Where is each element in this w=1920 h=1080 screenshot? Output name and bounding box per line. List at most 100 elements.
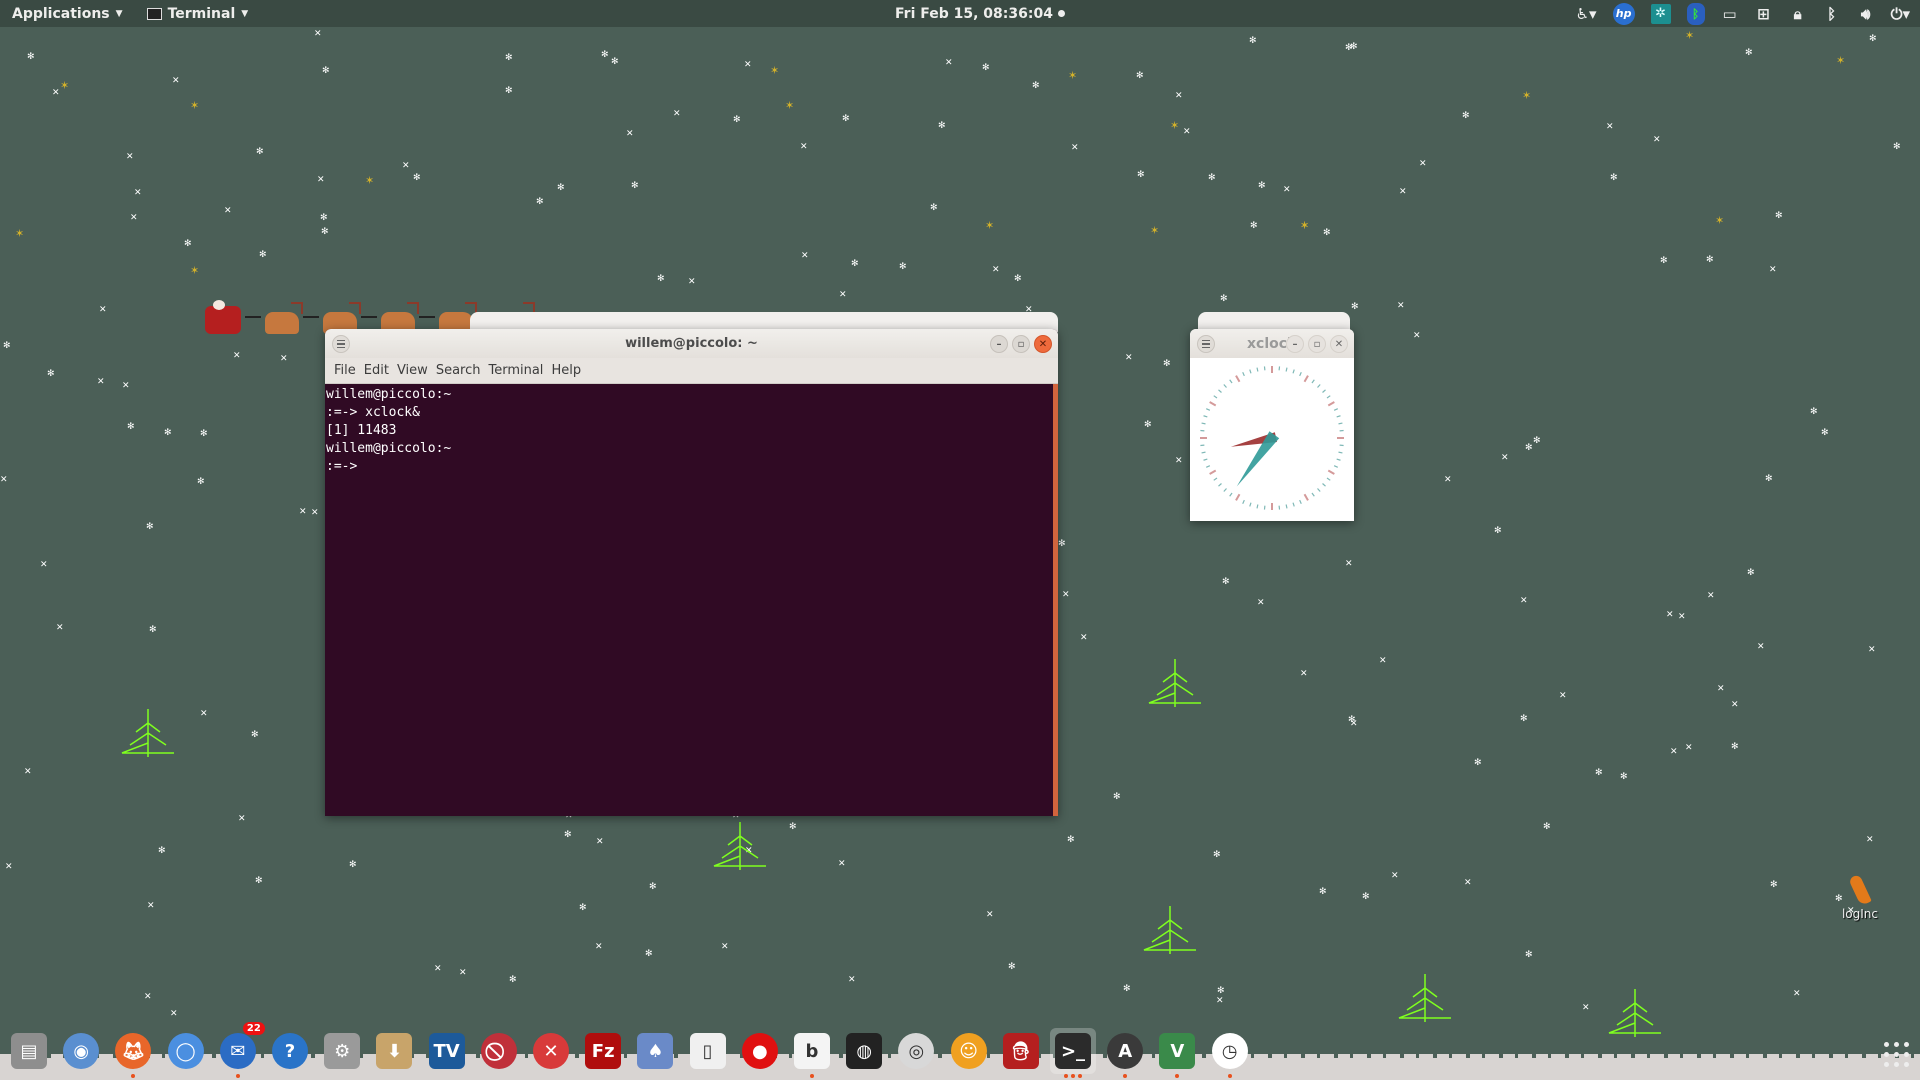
dock-item-package-installer[interactable]: ⬇ — [371, 1028, 417, 1074]
terminal-output[interactable]: willem@piccolo:~:=-> xclock& [1] 11483 wil… — [325, 384, 1053, 816]
dock-item-record[interactable]: ● — [737, 1028, 783, 1074]
snowflake-icon: ✻ — [1351, 302, 1359, 312]
dock-item-clock[interactable]: ◷ — [1207, 1028, 1253, 1078]
accessibility-icon[interactable]: ♿︎▾ — [1576, 3, 1597, 25]
dock-item-block[interactable]: ⃠ — [476, 1028, 522, 1074]
dock-item-bluefish[interactable]: b — [789, 1028, 835, 1078]
loginc-icon — [1848, 873, 1872, 907]
snowflake-icon: ✕ — [721, 942, 729, 952]
xclock-window[interactable]: xclock – ▫ ✕ — [1190, 329, 1354, 521]
star-icon: ✶ — [1300, 219, 1310, 232]
dock-item-file-cabinet[interactable]: ▤ — [6, 1028, 52, 1074]
star-icon: ✶ — [770, 64, 780, 77]
menu-view[interactable]: View — [393, 363, 432, 378]
dock-item-mythtv[interactable]: TV — [424, 1028, 470, 1074]
dock-item-solitaire[interactable]: ♠ — [632, 1028, 678, 1074]
applications-menu[interactable]: Applications ▼ — [0, 0, 135, 27]
snowflake-icon: ✕ — [801, 251, 809, 261]
terminal-line: willem@piccolo:~ — [326, 441, 452, 456]
menu-edit[interactable]: Edit — [360, 363, 393, 378]
snowflake-icon: ✻ — [899, 262, 907, 272]
datetime-indicator[interactable]: Fri Feb 15, 08:36:04 — [895, 0, 1065, 27]
star-icon: ✶ — [785, 99, 795, 112]
dock-item-xkill[interactable]: ✕ — [528, 1028, 574, 1074]
snowflake-icon: ✻ — [564, 830, 572, 840]
dock-item-disc[interactable]: ◎ — [893, 1028, 939, 1074]
dock-item-filezilla[interactable]: Fz — [580, 1028, 626, 1074]
snowflake-icon: ✻ — [149, 625, 157, 635]
desktop-icon-loginc[interactable]: logInc — [1820, 873, 1900, 921]
snowflake-icon: ✕ — [992, 265, 1000, 275]
dock-item-web-browser-globe[interactable]: ◉ — [58, 1028, 104, 1074]
maximize-button[interactable]: ▫ — [1012, 335, 1030, 353]
snowflake-icon: ✕ — [40, 560, 48, 570]
power-icon[interactable]: ⏻▾ — [1891, 3, 1910, 25]
sd-card-icon[interactable]: ▭ — [1721, 3, 1739, 25]
snowflake-icon: ✻ — [1893, 142, 1901, 152]
minimize-button[interactable]: – — [1286, 335, 1304, 353]
network-icon[interactable]: ⊞ — [1755, 3, 1773, 25]
minimize-button[interactable]: – — [990, 335, 1008, 353]
snowflake-icon: ✻ — [509, 975, 517, 985]
dock-item-system-tools[interactable]: ⚙ — [319, 1028, 365, 1074]
snowflake-icon: ✕ — [1391, 871, 1399, 881]
dock-item-terminal[interactable]: >_ — [1050, 1028, 1096, 1078]
close-button[interactable]: ✕ — [1330, 335, 1348, 353]
snowflake-icon: ✕ — [97, 377, 105, 387]
grid-dot-icon — [1904, 1042, 1909, 1047]
snowflake-icon: ✕ — [459, 968, 467, 978]
xclock-titlebar[interactable]: xclock – ▫ ✕ — [1190, 329, 1354, 358]
dock-item-safe[interactable]: ◍ — [841, 1028, 887, 1074]
menu-help[interactable]: Help — [547, 363, 585, 378]
dock-item-emoticon[interactable]: ☺ — [946, 1028, 992, 1074]
window-menu-icon[interactable] — [1197, 335, 1215, 353]
minute-tick — [1322, 483, 1326, 487]
bluetooth-app-icon[interactable]: ᛒ — [1686, 2, 1705, 25]
snowflake-icon: ✻ — [164, 428, 172, 438]
running-dot — [131, 1074, 136, 1078]
terminal-prompt: :=-> — [326, 459, 358, 474]
window-menu-icon[interactable] — [332, 335, 350, 353]
maximize-button[interactable]: ▫ — [1308, 335, 1326, 353]
snowflake-icon: ✕ — [1080, 633, 1088, 643]
terminal-window[interactable]: willem@piccolo: ~ – ▫ ✕ File Edit View S… — [325, 329, 1058, 816]
grid-dot-icon — [1884, 1042, 1889, 1047]
terminal-line: [1] 11483 — [326, 423, 397, 438]
dock-item-document[interactable]: ▯ — [685, 1028, 731, 1074]
block-icon: ⃠ — [480, 1033, 517, 1069]
rein — [303, 316, 319, 318]
show-applications-button[interactable] — [1884, 1042, 1910, 1068]
menu-search[interactable]: Search — [432, 363, 485, 378]
dock-item-vim[interactable]: V — [1154, 1028, 1200, 1078]
dock-item-chromium[interactable]: ◯ — [163, 1028, 209, 1074]
dock-item-help[interactable]: ? — [267, 1028, 313, 1074]
dock-item-thunderbird[interactable]: ✉ 22 — [215, 1022, 265, 1078]
snowflake-icon: ✻ — [1660, 256, 1668, 266]
hour-tick — [1303, 375, 1309, 383]
dock-item-santa[interactable]: 🎅︎ — [998, 1028, 1044, 1074]
hp-icon[interactable]: hp — [1612, 2, 1635, 25]
lock-icon[interactable]: 🔒︎ — [1789, 3, 1807, 25]
running-indicator — [789, 1074, 835, 1078]
snowflake-icon: ✕ — [1757, 642, 1765, 652]
snowflake-icon: ✕ — [1559, 691, 1567, 701]
minute-tick — [1317, 488, 1321, 492]
bluetooth-icon[interactable]: ᛒ — [1823, 3, 1841, 25]
volume-icon[interactable]: 🔊︎ — [1857, 3, 1875, 25]
teamviewer-icon[interactable]: ✲ — [1650, 3, 1671, 24]
menu-file[interactable]: File — [330, 363, 360, 378]
chevron-down-icon: ▼ — [115, 8, 123, 19]
menu-terminal[interactable]: Terminal — [484, 363, 547, 378]
active-app-menu[interactable]: Terminal ▼ — [135, 0, 261, 27]
terminal-scrollbar[interactable] — [1053, 384, 1058, 816]
snowflake-icon: ✻ — [1610, 173, 1618, 183]
dock-item-firefox[interactable]: 🦊︎ — [110, 1028, 156, 1078]
dock-item-software-updater[interactable]: A — [1102, 1028, 1148, 1078]
terminal-titlebar[interactable]: willem@piccolo: ~ – ▫ ✕ — [325, 329, 1058, 358]
snowflake-icon: ✕ — [1062, 590, 1070, 600]
grid-dot-icon — [1904, 1052, 1909, 1057]
minute-tick — [1256, 367, 1259, 372]
close-button[interactable]: ✕ — [1034, 335, 1052, 353]
snowflake-icon: ✻ — [579, 903, 587, 913]
minute-tick — [1338, 422, 1343, 425]
